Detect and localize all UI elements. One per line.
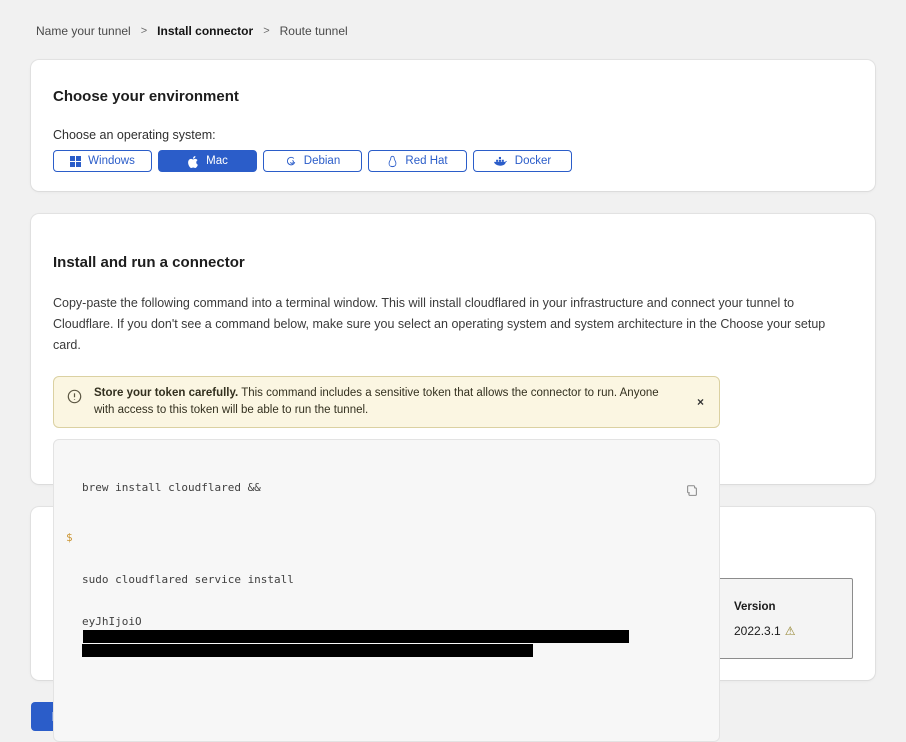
os-button-windows[interactable]: Windows: [53, 150, 152, 172]
os-button-mac[interactable]: Mac: [158, 150, 257, 172]
docker-icon: [494, 156, 508, 167]
os-button-label: Docker: [515, 155, 551, 167]
code-line-2-wrap: $ sudo cloudflared service install eyJhI…: [82, 531, 673, 685]
breadcrumb-separator: >: [263, 25, 269, 37]
os-button-label: Windows: [88, 155, 135, 167]
os-button-group: Windows Mac Debian Red Hat: [53, 150, 853, 172]
install-connector-card: Install and run a connector Copy-paste t…: [31, 214, 875, 484]
os-button-debian[interactable]: Debian: [263, 150, 362, 172]
copy-icon[interactable]: [655, 469, 699, 516]
os-button-label: Mac: [206, 155, 228, 167]
install-command-code-block: brew install cloudflared && $ sudo cloud…: [53, 439, 720, 742]
redhat-icon: [387, 155, 398, 168]
shell-prompt: $: [66, 531, 73, 545]
environment-card-title: Choose your environment: [53, 88, 853, 105]
os-button-docker[interactable]: Docker: [473, 150, 572, 172]
redacted-token-bar: [83, 630, 629, 643]
install-description: Copy-paste the following command into a …: [53, 293, 848, 356]
close-icon[interactable]: ×: [697, 396, 704, 408]
apple-icon: [187, 155, 199, 168]
code-line-3: eyJhIjoiO: [82, 615, 673, 657]
install-card-title: Install and run a connector: [53, 254, 853, 271]
page-content: Choose your environment Choose an operat…: [31, 60, 875, 680]
breadcrumb-name-your-tunnel[interactable]: Name your tunnel: [36, 24, 131, 38]
cell-version: 2022.3.1 ⚠: [734, 624, 852, 638]
code-line-2: sudo cloudflared service install: [82, 573, 673, 587]
environment-card: Choose your environment Choose an operat…: [31, 60, 875, 191]
version-value: 2022.3.1: [734, 624, 781, 638]
version-warning-icon: ⚠: [785, 624, 796, 638]
windows-icon: [70, 156, 81, 167]
redacted-token-bar: [82, 644, 533, 657]
breadcrumb-separator: >: [141, 25, 147, 37]
token-warning-banner: Store your token carefully. This command…: [53, 376, 720, 428]
header-version: Version: [734, 601, 852, 613]
warning-bold-text: Store your token carefully.: [94, 387, 238, 399]
breadcrumb: Name your tunnel > Install connector > R…: [0, 0, 906, 38]
breadcrumb-route-tunnel[interactable]: Route tunnel: [280, 24, 348, 38]
info-circle-icon: [67, 389, 82, 410]
breadcrumb-install-connector[interactable]: Install connector: [157, 24, 253, 38]
os-button-redhat[interactable]: Red Hat: [368, 150, 467, 172]
os-button-label: Debian: [304, 155, 340, 167]
os-select-label: Choose an operating system:: [53, 128, 853, 142]
os-button-label: Red Hat: [405, 155, 447, 167]
code-line-1: brew install cloudflared &&: [82, 481, 673, 495]
token-prefix: eyJhIjoiO: [82, 615, 142, 628]
debian-icon: [285, 155, 297, 167]
